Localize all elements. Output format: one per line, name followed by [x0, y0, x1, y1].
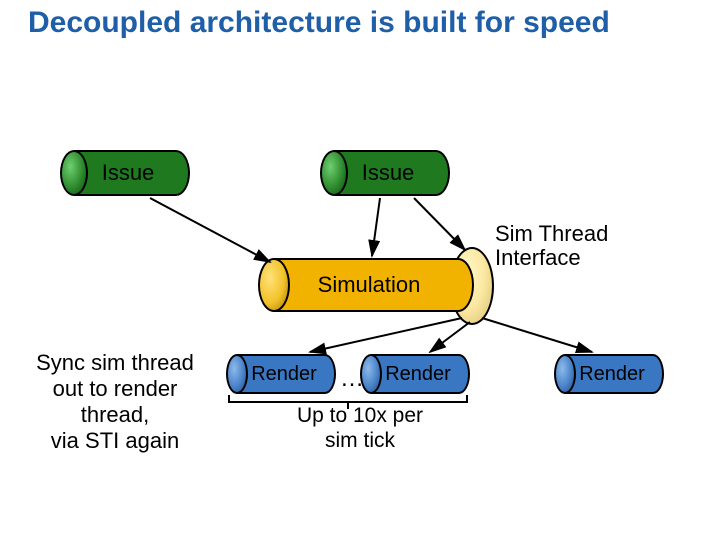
issue-cylinder-1: Issue	[60, 150, 190, 196]
issue-cylinder-2: Issue	[320, 150, 450, 196]
issue-label-2: Issue	[320, 150, 450, 196]
render-label-1: Render	[226, 354, 336, 394]
simulation-cylinder: Simulation	[258, 258, 474, 312]
render-cylinder-3: Render	[554, 354, 664, 394]
render-label-3: Render	[554, 354, 664, 394]
upto-caption: Up to 10x per sim tick	[260, 404, 460, 454]
sti-label: Sim Thread Interface	[495, 222, 695, 270]
render-cylinder-2: Render	[360, 354, 470, 394]
simulation-label: Simulation	[258, 258, 474, 312]
sync-caption: Sync sim thread out to render thread, vi…	[10, 350, 220, 454]
render-label-2: Render	[360, 354, 470, 394]
render-cylinder-1: Render	[226, 354, 336, 394]
issue-label-1: Issue	[60, 150, 190, 196]
slide-title: Decoupled architecture is built for spee…	[28, 6, 668, 41]
